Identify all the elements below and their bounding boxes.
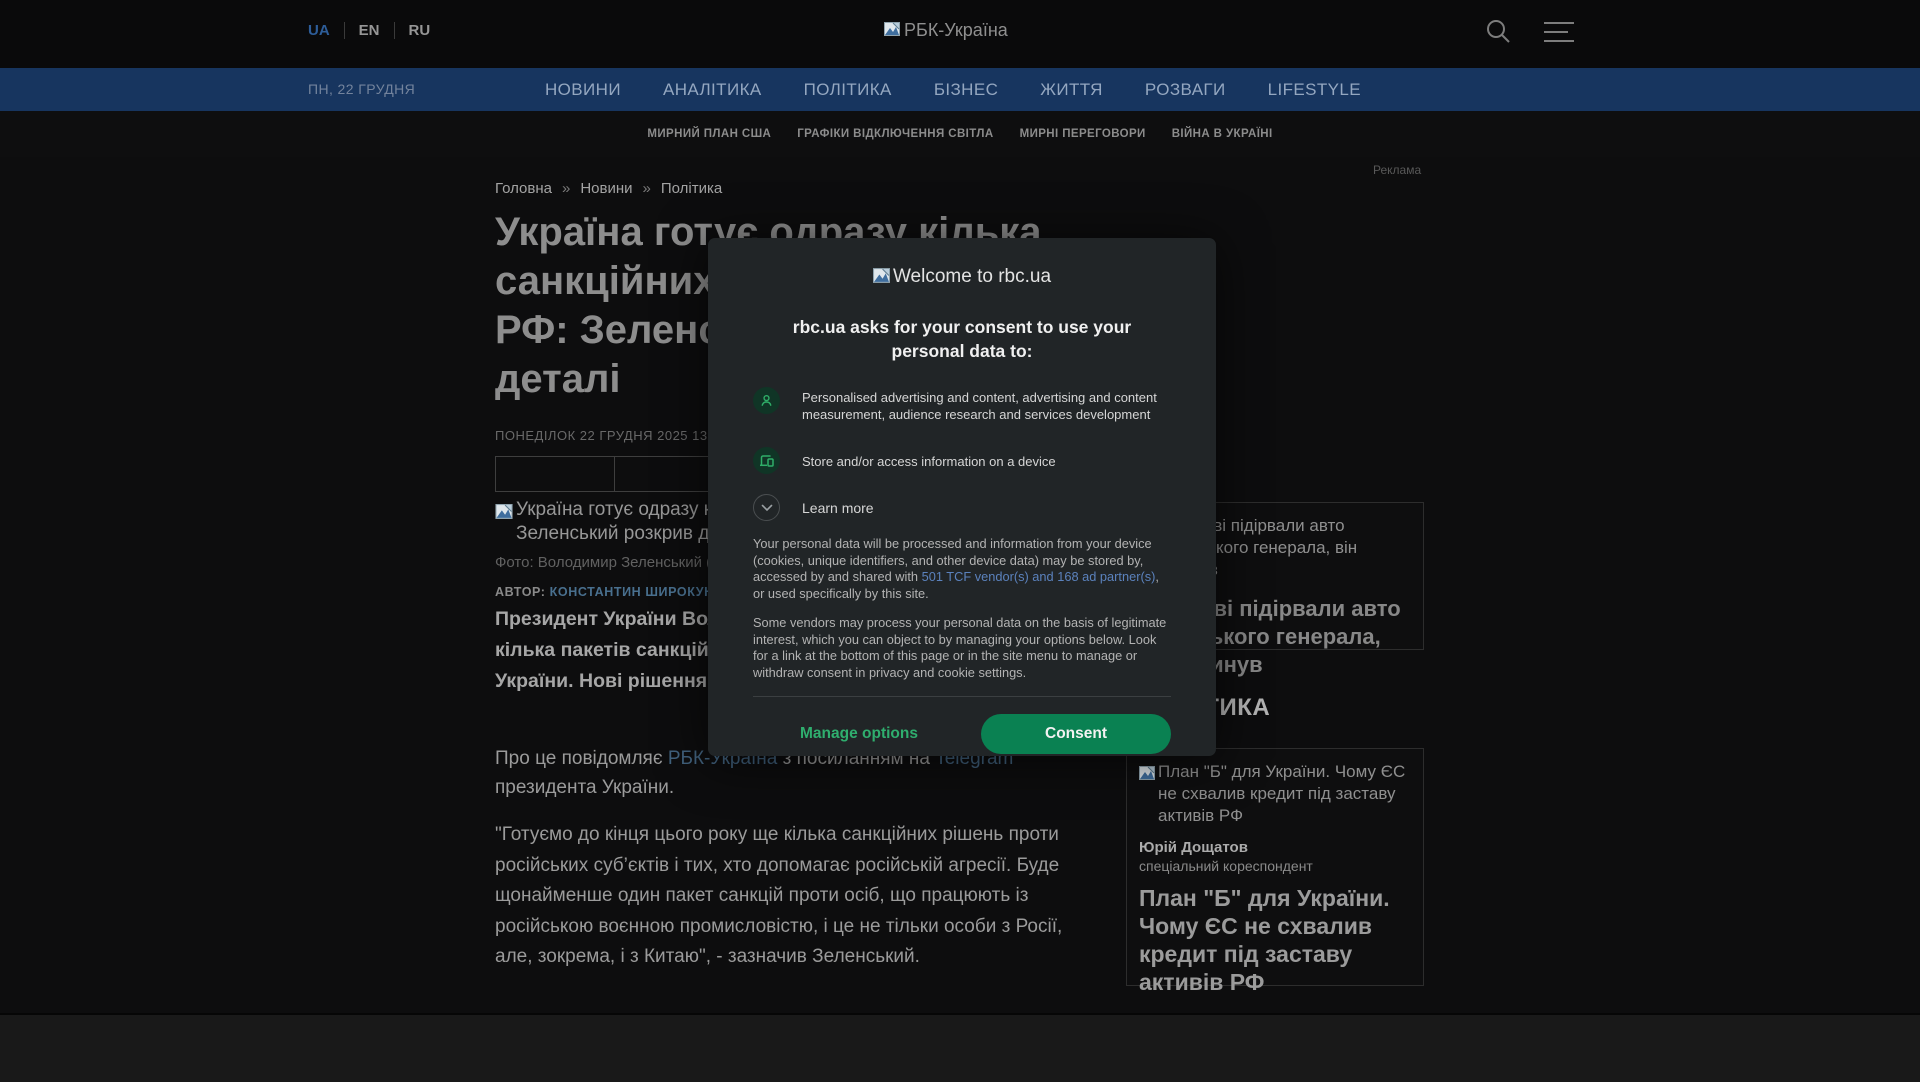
lang-en[interactable]: EN xyxy=(343,22,394,39)
broken-image-icon xyxy=(495,498,513,526)
navbar-menu: НОВИНИ АНАЛІТИКА ПОЛІТИКА БІЗНЕС ЖИТТЯ Р… xyxy=(545,68,1361,111)
broken-image-icon xyxy=(1139,761,1155,827)
consent-dialog: Welcome to rbc.ua rbc.ua asks for your c… xyxy=(708,238,1216,756)
breadcrumb-news[interactable]: Новини xyxy=(580,180,632,197)
person-check-icon xyxy=(753,387,780,414)
sidebar-author-role: спеціальний кореспондент xyxy=(1139,858,1313,874)
paragraph-text: Про це повідомляє xyxy=(495,748,668,769)
navbar-date: ПН, 22 ГРУДНЯ xyxy=(308,81,416,97)
consent-welcome-text: Welcome to rbc.ua xyxy=(892,265,1052,287)
broken-image-icon xyxy=(872,264,890,289)
learn-more-toggle[interactable]: Learn more xyxy=(753,494,1171,521)
chevron-down-icon xyxy=(753,494,780,521)
breadcrumb: Головна » Новини » Політика xyxy=(495,180,722,197)
breadcrumb-home[interactable]: Головна xyxy=(495,180,552,197)
topics-bar: МИРНИЙ ПЛАН США ГРАФІКИ ВІДКЛЮЧЕННЯ СВІТ… xyxy=(0,111,1920,157)
topic-peace-talks[interactable]: МИРНІ ПЕРЕГОВОРИ xyxy=(1020,128,1146,140)
article-quote: "Готуємо до кінця цього року ще кілька с… xyxy=(495,824,1063,967)
breadcrumb-separator: » xyxy=(562,180,571,197)
purpose-text: Personalised advertising and content, ad… xyxy=(802,390,1157,422)
nav-item-polityka[interactable]: ПОЛІТИКА xyxy=(804,80,892,100)
site-header: UA EN RU РБК-Україна xyxy=(0,0,1920,68)
sidebar-news-card[interactable]: План "Б" для України. Чому ЄС не схвалив… xyxy=(1126,748,1424,995)
consent-paragraph-1: Your personal data will be processed and… xyxy=(753,536,1171,602)
consent-buttons-row: Manage options Consent xyxy=(753,714,1171,754)
author-label: АВТОР: xyxy=(495,585,546,599)
rbc-news-page: UA EN RU РБК-Україна ПН, 22 ГРУДНЯ НОВИН… xyxy=(0,0,1920,1082)
broken-image-icon xyxy=(884,20,900,41)
lang-ru[interactable]: RU xyxy=(393,22,445,39)
manage-options-button[interactable]: Manage options xyxy=(800,725,918,743)
nav-item-analityka[interactable]: АНАЛІТИКА xyxy=(663,80,762,100)
modal-divider xyxy=(753,696,1171,697)
consent-welcome: Welcome to rbc.ua xyxy=(753,264,1171,289)
bottom-ad-band xyxy=(0,1013,1920,1082)
topic-peace-plan[interactable]: МИРНИЙ ПЛАН США xyxy=(647,128,771,140)
menu-icon[interactable] xyxy=(1544,22,1574,49)
learn-more-label: Learn more xyxy=(802,499,874,516)
sidebar-author[interactable]: Юрій Дощатов xyxy=(1139,839,1411,856)
ad-label: Реклама xyxy=(1373,163,1422,177)
topic-war-in-ukraine[interactable]: ВІЙНА В УКРАЇНІ xyxy=(1172,128,1273,140)
consent-purpose-store-access: Store and/or access information on a dev… xyxy=(753,447,1171,474)
site-logo[interactable]: РБК-Україна xyxy=(884,20,1008,41)
consent-heading: rbc.ua asks for your consent to use your… xyxy=(792,317,1132,361)
nav-item-biznes[interactable]: БІЗНЕС xyxy=(934,80,998,100)
author-link[interactable]: КОНСТАНТИН ШИРОКУН xyxy=(550,585,714,599)
nav-item-novyny[interactable]: НОВИНИ xyxy=(545,80,621,100)
language-switcher: UA EN RU xyxy=(308,22,444,39)
paragraph-text: президента України. xyxy=(495,777,675,798)
breadcrumb-separator: » xyxy=(642,180,651,197)
nav-item-rozvahy[interactable]: РОЗВАГИ xyxy=(1145,80,1226,100)
lang-ua[interactable]: UA xyxy=(308,22,344,39)
nav-item-zhyttia[interactable]: ЖИТТЯ xyxy=(1040,80,1103,100)
main-navbar: ПН, 22 ГРУДНЯ НОВИНИ АНАЛІТИКА ПОЛІТИКА … xyxy=(0,68,1920,111)
breadcrumb-politics[interactable]: Політика xyxy=(661,180,722,197)
sidebar-image-broken: План "Б" для України. Чому ЄС не схвалив… xyxy=(1139,761,1411,827)
consent-purpose-personalised-ads: Personalised advertising and content, ad… xyxy=(753,387,1171,423)
topic-blackout-schedules[interactable]: ГРАФІКИ ВІДКЛЮЧЕННЯ СВІТЛА xyxy=(797,128,993,140)
consent-button[interactable]: Consent xyxy=(981,714,1171,754)
nav-item-lifestyle[interactable]: LIFESTYLE xyxy=(1268,80,1361,100)
search-icon[interactable] xyxy=(1482,16,1514,53)
vendors-link[interactable]: 501 TCF vendor(s) and 168 ad partner(s) xyxy=(922,569,1156,584)
consent-paragraph-2: Some vendors may process your personal d… xyxy=(753,615,1167,680)
share-button[interactable] xyxy=(495,456,615,492)
article-datetime: ПОНЕДІЛОК 22 ГРУДНЯ 2025 13:23 xyxy=(495,428,728,443)
share-bar xyxy=(495,456,734,492)
devices-icon xyxy=(753,447,780,474)
purpose-text: Store and/or access information on a dev… xyxy=(802,454,1056,469)
site-logo-text: РБК-Україна xyxy=(904,20,1008,40)
sidebar-headline[interactable]: План "Б" для України. Чому ЄС не схвалив… xyxy=(1139,884,1411,996)
sidebar-image-alt: План "Б" для України. Чому ЄС не схвалив… xyxy=(1158,762,1406,825)
